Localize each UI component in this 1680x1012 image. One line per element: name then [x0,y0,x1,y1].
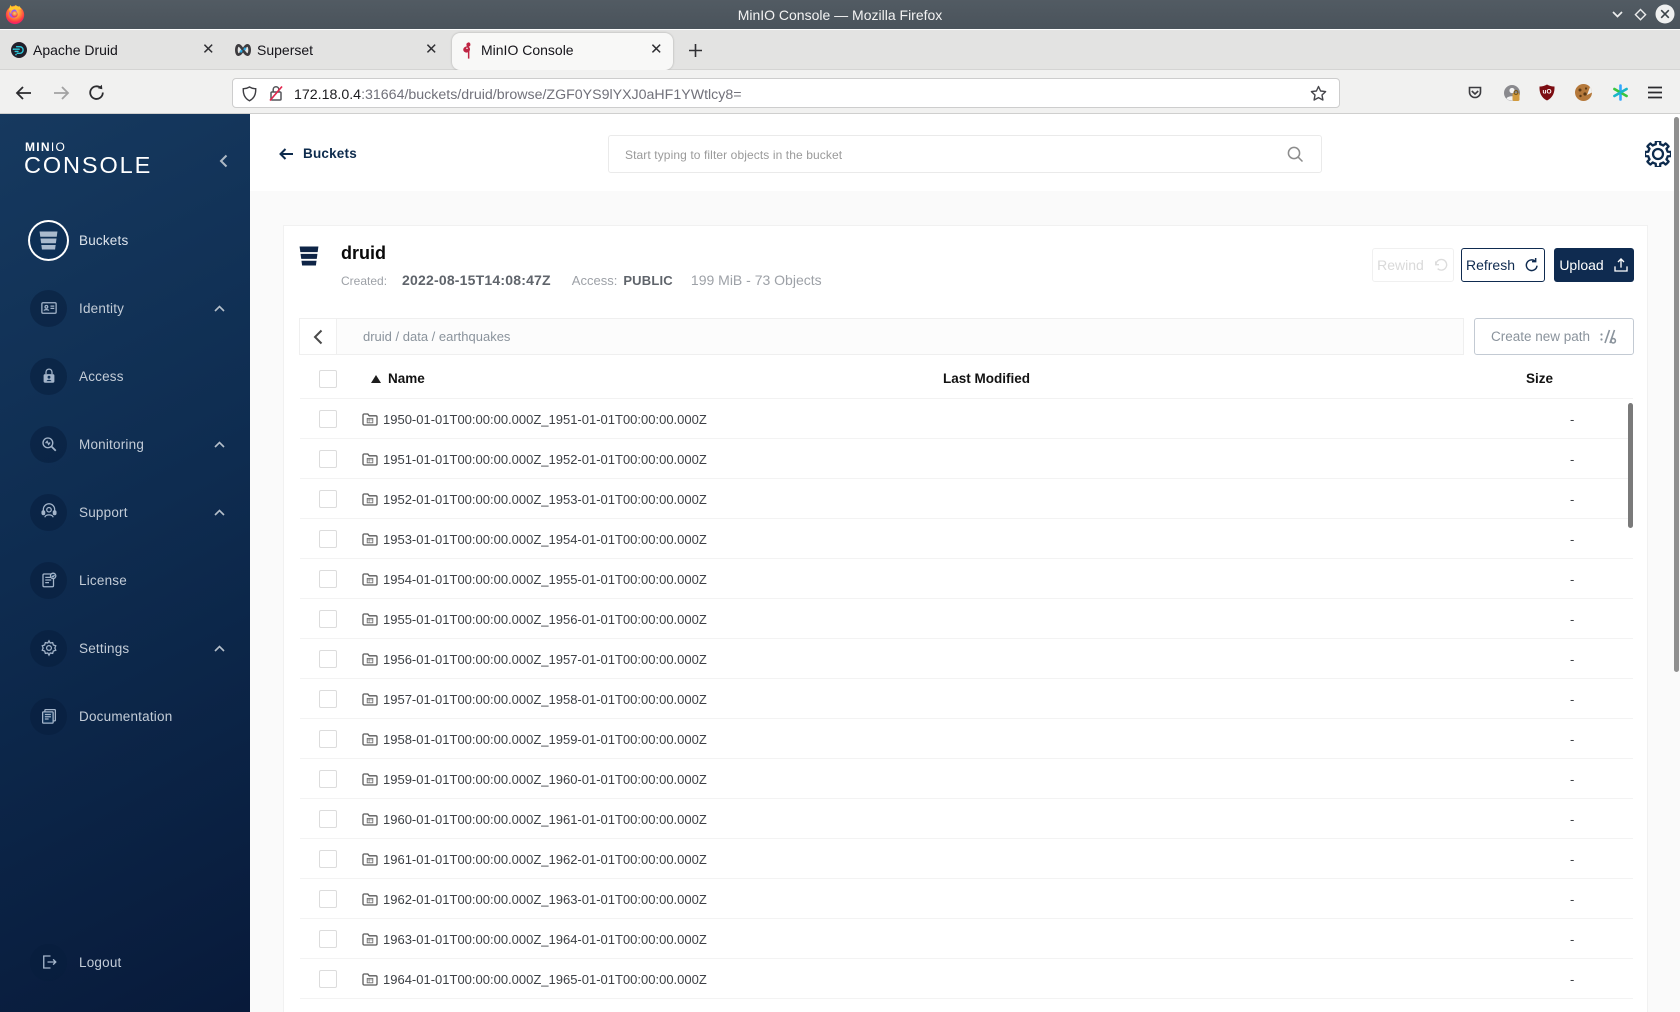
svg-text:uO: uO [1542,89,1551,96]
